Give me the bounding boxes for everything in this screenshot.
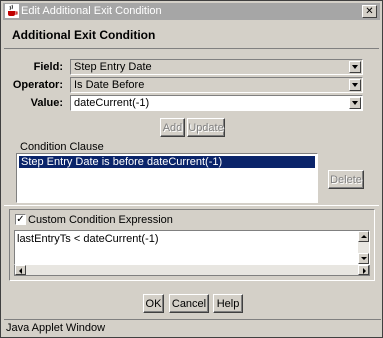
- custom-expression-textarea[interactable]: lastEntryTs < dateCurrent(-1): [14, 230, 370, 265]
- close-icon: ✕: [365, 5, 374, 17]
- check-icon: ✓: [16, 214, 25, 225]
- scroll-down-arrow-icon[interactable]: [358, 253, 369, 264]
- close-button[interactable]: ✕: [362, 5, 377, 18]
- vertical-scrollbar[interactable]: [358, 231, 369, 264]
- chevron-down-icon[interactable]: [349, 97, 361, 109]
- update-button[interactable]: Update: [187, 118, 225, 137]
- dialog-heading: Additional Exit Condition: [12, 28, 156, 42]
- value-label: Value:: [30, 97, 63, 109]
- scroll-right-arrow-icon[interactable]: [358, 265, 369, 275]
- chevron-down-icon[interactable]: [349, 61, 361, 73]
- value-combo-input[interactable]: dateCurrent(-1): [70, 95, 363, 111]
- java-cup-icon: [5, 4, 19, 18]
- title-bar[interactable]: Edit Additional Exit Condition ✕: [3, 3, 380, 20]
- add-button[interactable]: Add: [160, 118, 185, 137]
- field-select[interactable]: Step Entry Date: [70, 59, 363, 75]
- value-input-text[interactable]: dateCurrent(-1): [74, 97, 149, 109]
- operator-label: Operator:: [12, 79, 63, 91]
- scroll-left-arrow-icon[interactable]: [15, 265, 26, 275]
- window-title: Edit Additional Exit Condition: [21, 5, 162, 17]
- field-label: Field:: [33, 61, 63, 73]
- condition-clause-list[interactable]: Step Entry Date is before dateCurrent(-1…: [16, 153, 318, 203]
- field-select-value: Step Entry Date: [74, 61, 152, 73]
- custom-expression-checkbox[interactable]: ✓: [15, 214, 26, 225]
- scroll-up-arrow-icon[interactable]: [358, 231, 369, 242]
- dialog-window: Edit Additional Exit Condition ✕ Additio…: [0, 0, 383, 338]
- custom-expression-label[interactable]: Custom Condition Expression: [28, 214, 173, 226]
- ok-button[interactable]: OK: [143, 294, 164, 313]
- status-bar: Java Applet Window: [4, 319, 381, 335]
- delete-button[interactable]: Delete: [328, 170, 364, 189]
- condition-clause-label: Condition Clause: [20, 141, 104, 153]
- chevron-down-icon[interactable]: [349, 79, 361, 91]
- custom-expression-text[interactable]: lastEntryTs < dateCurrent(-1): [17, 233, 159, 245]
- horizontal-scrollbar[interactable]: [14, 265, 370, 276]
- list-item[interactable]: Step Entry Date is before dateCurrent(-1…: [19, 156, 315, 168]
- cancel-button[interactable]: Cancel: [169, 294, 209, 313]
- help-button[interactable]: Help: [213, 294, 243, 313]
- operator-select-value: Is Date Before: [74, 79, 145, 91]
- operator-select[interactable]: Is Date Before: [70, 77, 363, 93]
